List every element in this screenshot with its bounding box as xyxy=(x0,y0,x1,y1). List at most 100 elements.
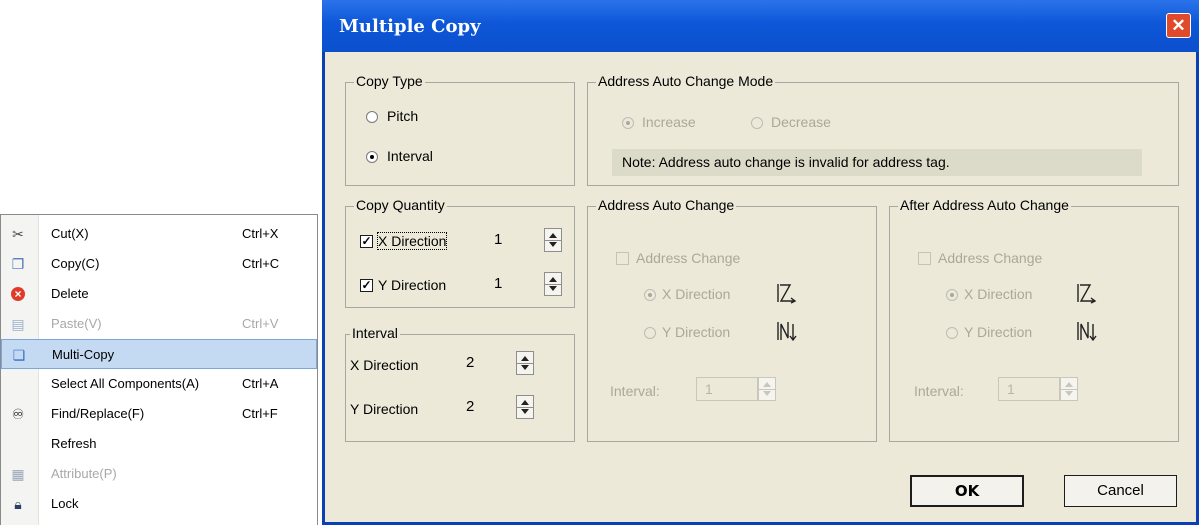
pitch-label: Pitch xyxy=(387,108,419,124)
x-interval-label: X Direction xyxy=(350,357,419,373)
address-auto-change-group: Address Auto Change Address Change X Dir… xyxy=(587,197,877,442)
pitch-radio[interactable] xyxy=(366,111,378,123)
after-y-direction-label: Y Direction xyxy=(964,324,1033,340)
multiple-copy-dialog: Multiple Copy ✕ Copy Type Pitch Interval… xyxy=(322,0,1199,525)
interval-radio[interactable] xyxy=(366,151,378,163)
context-menu: ✂ Cut(X) Ctrl+X ❐ Copy(C) Ctrl+C × Delet… xyxy=(0,214,318,525)
menu-item-label: Find/Replace(F) xyxy=(51,406,145,421)
after-y-direction-radio[interactable] xyxy=(946,327,958,339)
z-order-icon xyxy=(1077,284,1097,304)
menu-item-label: Refresh xyxy=(51,436,97,451)
delete-icon: × xyxy=(11,287,25,301)
menu-item-label: Paste(V) xyxy=(51,316,102,331)
dialog-title: Multiple Copy xyxy=(339,16,481,37)
copy-quantity-group: Copy Quantity ✓ X Direction 1 ✓ Y Direct… xyxy=(345,197,575,308)
menu-item-copy[interactable]: ❐ Copy(C) Ctrl+C xyxy=(1,249,317,279)
address-interval-label: Interval: xyxy=(610,383,660,399)
address-interval-value: 1 xyxy=(696,377,758,401)
after-x-direction-radio[interactable] xyxy=(946,289,958,301)
menu-item-multi-copy[interactable]: ❏ Multi-Copy xyxy=(1,339,317,369)
menu-item-shortcut: Ctrl+C xyxy=(242,256,280,271)
x-interval-spinner[interactable]: 2 xyxy=(466,351,534,375)
lock-icon: 🔒︎ xyxy=(14,496,22,512)
close-icon: ✕ xyxy=(1171,16,1186,35)
after-interval-value: 1 xyxy=(998,377,1060,401)
x-direction-checkbox[interactable]: ✓ xyxy=(360,235,373,248)
n-order-icon xyxy=(777,322,797,342)
copy-quantity-legend: Copy Quantity xyxy=(354,197,447,213)
scissors-icon: ✂ xyxy=(12,226,24,242)
menu-item-label: Cut(X) xyxy=(51,226,89,241)
y-interval-spinner[interactable]: 2 xyxy=(466,395,534,419)
cancel-button[interactable]: Cancel xyxy=(1064,475,1177,507)
address-change-label: Address Change xyxy=(636,250,741,266)
y-interval-value: 2 xyxy=(466,398,475,415)
address-y-direction-label: Y Direction xyxy=(662,324,731,340)
menu-item-attribute[interactable]: ▦ Attribute(P) xyxy=(1,459,317,489)
after-address-change-label: Address Change xyxy=(938,250,1043,266)
address-auto-change-mode-group: Address Auto Change Mode Increase Decrea… xyxy=(587,73,1179,186)
dialog-titlebar[interactable]: Multiple Copy ✕ xyxy=(322,0,1199,52)
address-x-direction-radio[interactable] xyxy=(644,289,656,301)
x-quantity-spin-buttons[interactable] xyxy=(544,228,562,252)
menu-item-shortcut: Ctrl+A xyxy=(242,376,279,391)
menu-item-shortcut: Ctrl+V xyxy=(242,316,279,331)
after-x-direction-label: X Direction xyxy=(964,286,1033,302)
x-quantity-value: 1 xyxy=(494,231,503,248)
y-quantity-spin-buttons[interactable] xyxy=(544,272,562,296)
y-direction-checkbox[interactable]: ✓ xyxy=(360,279,373,292)
y-interval-label: Y Direction xyxy=(350,401,419,417)
close-button[interactable]: ✕ xyxy=(1166,13,1191,38)
copy-icon: ❐ xyxy=(11,256,25,272)
n-order-icon xyxy=(1077,322,1097,342)
menu-item-refresh[interactable]: Refresh xyxy=(1,429,317,459)
x-quantity-spinner[interactable]: 1 xyxy=(494,228,562,252)
auto-change-mode-legend: Address Auto Change Mode xyxy=(596,73,776,89)
menu-item-lock[interactable]: 🔒︎ Lock xyxy=(1,489,317,519)
address-change-checkbox[interactable] xyxy=(616,252,629,265)
multi-copy-icon: ❏ xyxy=(12,347,26,363)
menu-item-paste[interactable]: ▤ Paste(V) Ctrl+V xyxy=(1,309,317,339)
interval-group: Interval X Direction 2 Y Direction 2 xyxy=(345,325,575,442)
menu-item-shortcut: Ctrl+F xyxy=(242,406,278,421)
paste-icon: ▤ xyxy=(11,316,25,332)
menu-item-label: Attribute(P) xyxy=(51,466,117,481)
menu-item-select-all[interactable]: Select All Components(A) Ctrl+A xyxy=(1,369,317,399)
after-address-auto-change-group: After Address Auto Change Address Change… xyxy=(889,197,1179,442)
address-auto-change-legend: Address Auto Change xyxy=(596,197,737,213)
binoculars-icon: ♾ xyxy=(11,406,25,422)
after-interval-spin-buttons[interactable] xyxy=(1060,377,1078,401)
menu-item-delete[interactable]: × Delete xyxy=(1,279,317,309)
menu-item-label: Lock xyxy=(51,496,79,511)
increase-radio[interactable] xyxy=(622,117,634,129)
menu-item-find-replace[interactable]: ♾ Find/Replace(F) Ctrl+F xyxy=(1,399,317,429)
x-interval-spin-buttons[interactable] xyxy=(516,351,534,375)
y-quantity-value: 1 xyxy=(494,275,503,292)
copy-type-legend: Copy Type xyxy=(354,73,425,89)
increase-label: Increase xyxy=(642,114,696,130)
z-order-icon xyxy=(777,284,797,304)
address-interval-spinner[interactable]: 1 xyxy=(696,377,778,401)
y-interval-spin-buttons[interactable] xyxy=(516,395,534,419)
after-address-change-checkbox[interactable] xyxy=(918,252,931,265)
x-direction-quantity-label: X Direction xyxy=(376,232,448,250)
y-direction-quantity-label: Y Direction xyxy=(378,277,447,293)
menu-item-label: Delete xyxy=(51,286,89,301)
address-y-direction-radio[interactable] xyxy=(644,327,656,339)
after-interval-spinner[interactable]: 1 xyxy=(998,377,1080,401)
menu-item-shortcut: Ctrl+X xyxy=(242,226,279,241)
menu-item-cut[interactable]: ✂ Cut(X) Ctrl+X xyxy=(1,219,317,249)
copy-type-group: Copy Type Pitch Interval xyxy=(345,73,575,186)
address-interval-spin-buttons[interactable] xyxy=(758,377,776,401)
address-tag-note: Note: Address auto change is invalid for… xyxy=(612,149,1142,176)
menu-item-label: Copy(C) xyxy=(51,256,100,271)
after-address-auto-change-legend: After Address Auto Change xyxy=(898,197,1071,213)
ok-button[interactable]: OK xyxy=(910,475,1024,507)
y-quantity-spinner[interactable]: 1 xyxy=(494,272,562,296)
decrease-radio[interactable] xyxy=(751,117,763,129)
menu-item-label: Multi-Copy xyxy=(52,347,115,362)
after-interval-label: Interval: xyxy=(914,383,964,399)
decrease-label: Decrease xyxy=(771,114,831,130)
interval-legend: Interval xyxy=(350,325,400,341)
menu-item-label: Select All Components(A) xyxy=(51,376,200,391)
